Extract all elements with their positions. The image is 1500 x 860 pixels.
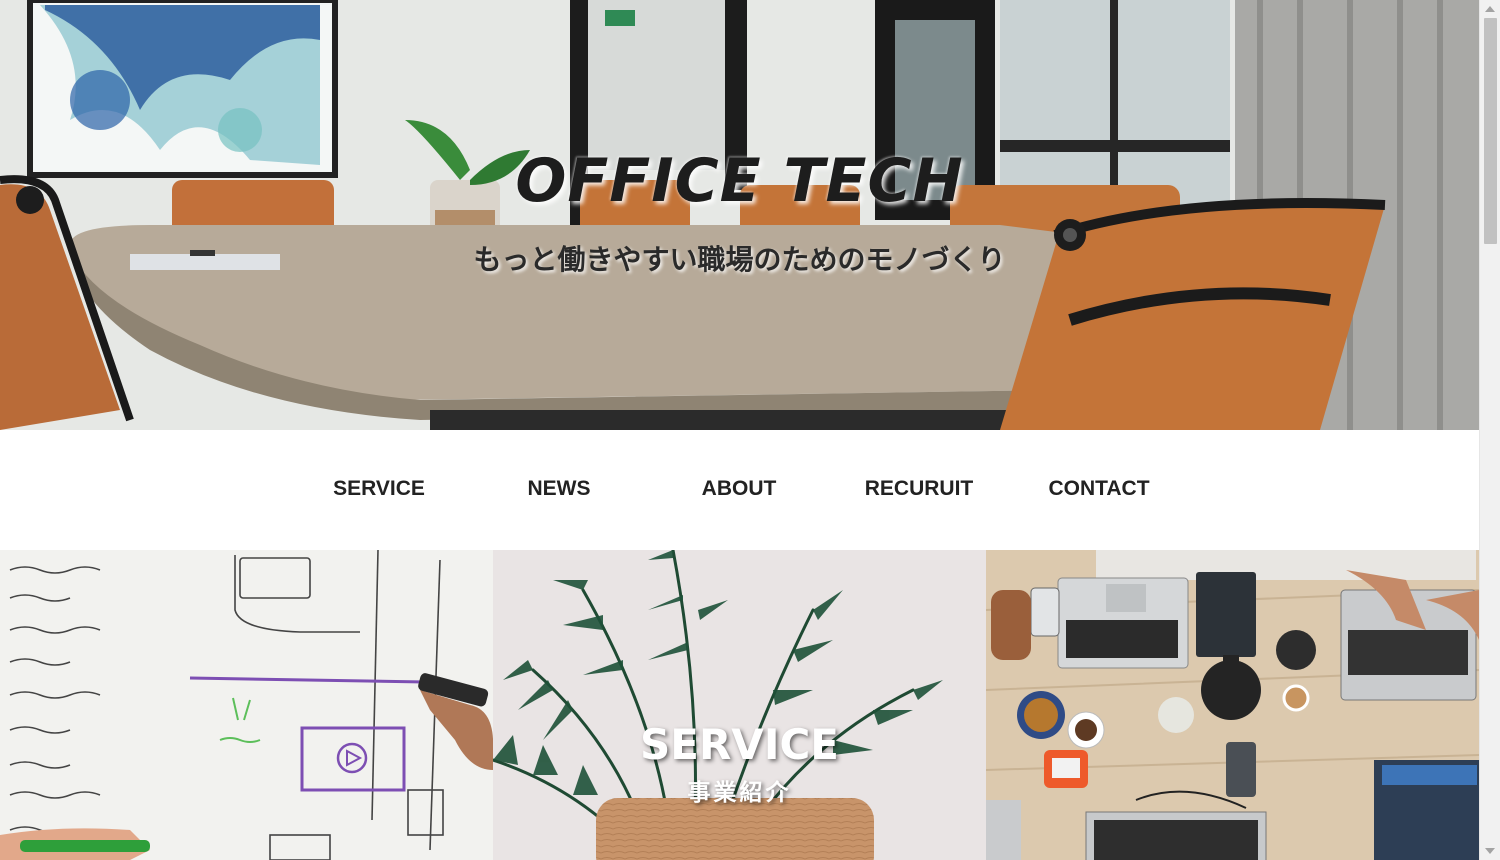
nav-about[interactable]: ABOUT xyxy=(649,477,829,501)
service-tile[interactable]: SERVICE 事業紹介 xyxy=(493,550,986,860)
hero-banner: OFFICE TECH もっと働きやすい職場のためのモノづくり xyxy=(0,0,1479,430)
plant-image xyxy=(493,550,986,860)
scroll-up-arrow-icon[interactable] xyxy=(1485,6,1495,12)
whiteboard-image xyxy=(0,550,493,860)
hero-title: OFFICE TECH xyxy=(515,146,964,216)
service-tile-subtitle: 事業紹介 xyxy=(687,780,792,806)
nav-recruit[interactable]: RECURUIT xyxy=(829,477,1009,501)
vertical-scrollbar[interactable] xyxy=(1479,0,1500,860)
nav-contact[interactable]: CONTACT xyxy=(1009,477,1189,501)
main-nav: SERVICE NEWS ABOUT RECURUIT CONTACT xyxy=(0,430,1479,550)
scrollbar-thumb[interactable] xyxy=(1484,18,1497,244)
hero-subtitle: もっと働きやすい職場のためのモノづくり xyxy=(473,243,1006,276)
workspace-photo[interactable] xyxy=(986,550,1479,860)
scroll-down-arrow-icon[interactable] xyxy=(1485,848,1495,854)
nav-news[interactable]: NEWS xyxy=(469,477,649,501)
service-tile-title: SERVICE xyxy=(640,720,839,769)
laptops-image xyxy=(986,550,1479,860)
whiteboard-photo[interactable] xyxy=(0,550,493,860)
nav-service[interactable]: SERVICE xyxy=(289,477,469,501)
